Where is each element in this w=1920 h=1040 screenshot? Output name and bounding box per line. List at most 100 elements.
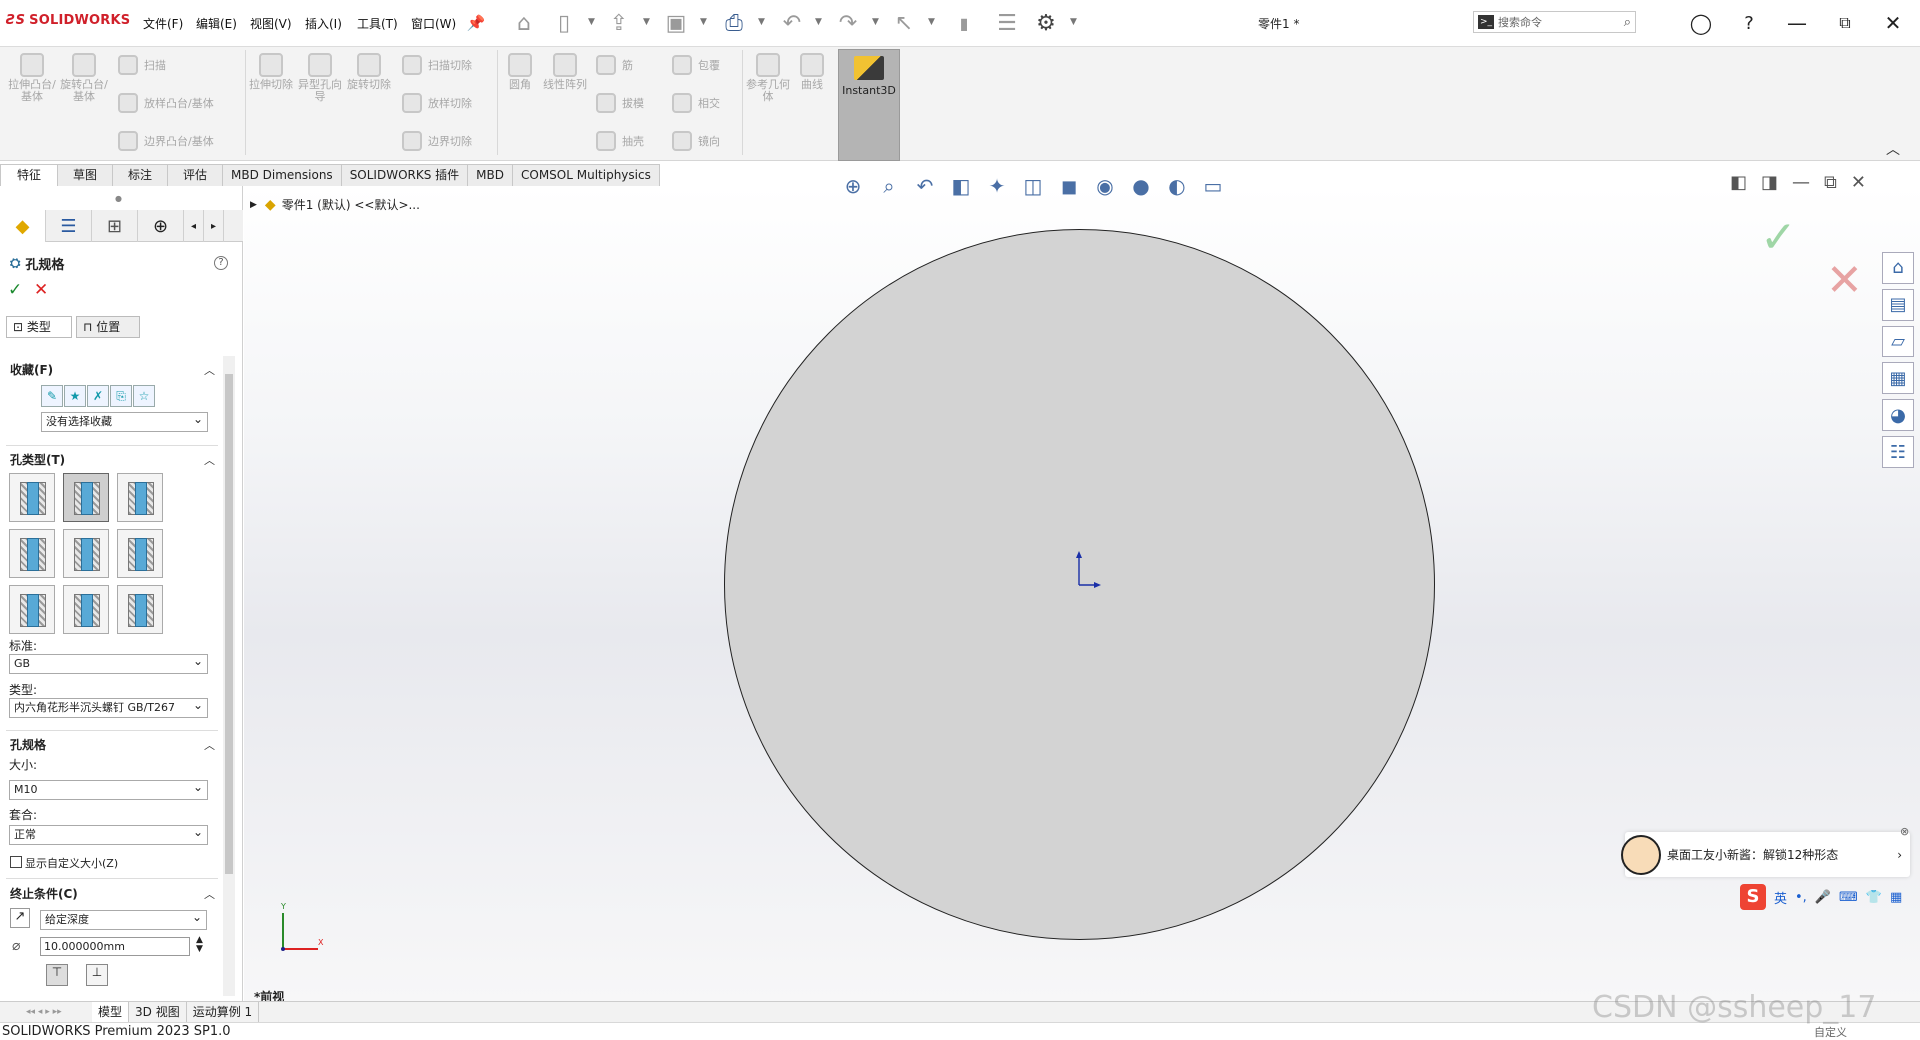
- save-icon[interactable]: ▣: [662, 9, 690, 37]
- section-view-icon[interactable]: ◧: [946, 172, 976, 200]
- new-dropdown-icon[interactable]: ▼: [588, 17, 595, 27]
- end-condition-select[interactable]: 给定深度: [40, 910, 207, 930]
- legacy-hole-button[interactable]: [117, 529, 163, 578]
- help-icon[interactable]: ?: [214, 256, 228, 270]
- lofted-cut-button[interactable]: 放样切除: [402, 93, 472, 113]
- file-explorer-icon[interactable]: ▱: [1882, 325, 1914, 358]
- undo-dropdown-icon[interactable]: ▼: [815, 17, 822, 27]
- minimize-button[interactable]: —: [1782, 8, 1812, 38]
- file-properties-icon[interactable]: ☰: [993, 9, 1021, 37]
- skin-icon[interactable]: 👕: [1866, 890, 1882, 905]
- microphone-icon[interactable]: 🎤: [1815, 890, 1831, 905]
- loft-boss-button[interactable]: 放样凸台/基体: [118, 93, 214, 113]
- redo-dropdown-icon[interactable]: ▼: [872, 17, 879, 27]
- open-dropdown-icon[interactable]: ▼: [643, 17, 650, 27]
- load-favorite-icon[interactable]: ☆: [133, 385, 155, 407]
- design-library-icon[interactable]: ▤: [1882, 288, 1914, 321]
- zoom-to-fit-icon[interactable]: ⊕: [838, 172, 868, 200]
- swept-cut-button[interactable]: 扫描切除: [402, 55, 472, 75]
- tabs-scroll-right-icon[interactable]: ▸: [204, 210, 224, 242]
- end-condition-section-title[interactable]: 终止条件(C): [10, 885, 78, 902]
- extrude-boss-button[interactable]: 拉伸凸台/基体: [8, 53, 56, 103]
- rebuild-icon[interactable]: ▮: [950, 9, 978, 37]
- fit-select[interactable]: 正常: [9, 825, 208, 845]
- viewport-split-icon[interactable]: ◧: [1730, 172, 1747, 193]
- reverse-direction-icon[interactable]: ↗: [10, 908, 30, 928]
- depth-input[interactable]: 10.000000mm: [40, 937, 190, 956]
- tab-3d-views[interactable]: 3D 视图: [129, 1002, 187, 1022]
- pin-icon[interactable]: 📌: [462, 9, 490, 37]
- tab-model[interactable]: 模型: [92, 1002, 130, 1022]
- desktop-notification[interactable]: 桌面工友小新酱：解锁12种形态 ›: [1621, 832, 1910, 877]
- simple-hole-button[interactable]: [117, 473, 163, 522]
- menu-file[interactable]: 文件(F): [143, 15, 183, 32]
- confirm-ok-corner-icon[interactable]: ✓: [1760, 212, 1797, 263]
- intersect-button[interactable]: 相交: [672, 93, 720, 113]
- display-style-icon[interactable]: ◼: [1054, 172, 1084, 200]
- view-palette-icon[interactable]: ▦: [1882, 362, 1914, 395]
- hole-type-section-title[interactable]: 孔类型(T): [10, 451, 65, 468]
- keyboard-icon[interactable]: ⌨: [1839, 890, 1858, 905]
- punctuation-icon[interactable]: •,: [1795, 890, 1807, 905]
- chevron-right-icon[interactable]: ›: [1897, 848, 1902, 862]
- expand-arrow-icon[interactable]: ▶: [250, 200, 257, 210]
- solidworks-logo[interactable]: ƧS SOLIDWORKS: [6, 13, 130, 28]
- straight-tap-button[interactable]: [9, 529, 55, 578]
- menu-window[interactable]: 窗口(W): [411, 15, 456, 32]
- status-custom-menu[interactable]: 自定义: [1814, 1024, 1847, 1040]
- save-favorite-icon[interactable]: ⎘: [110, 385, 132, 407]
- menu-edit[interactable]: 编辑(E): [196, 15, 237, 32]
- tab-evaluate[interactable]: 评估: [167, 164, 223, 186]
- apply-scene-icon[interactable]: ◐: [1162, 172, 1192, 200]
- dynamic-annotation-icon[interactable]: ✦: [982, 172, 1012, 200]
- panel-grip-icon[interactable]: ●: [115, 194, 122, 203]
- tab-sketch[interactable]: 草图: [57, 164, 113, 186]
- hole-spec-section-title[interactable]: 孔规格: [10, 736, 46, 753]
- tab-mbd[interactable]: MBD: [467, 164, 513, 186]
- size-select[interactable]: M10: [9, 780, 208, 800]
- collapse-ribbon-icon[interactable]: ︿: [1886, 139, 1900, 159]
- countersink-slot-button[interactable]: [63, 585, 109, 634]
- cosmetic-thread-icon[interactable]: ⊥: [86, 964, 108, 986]
- revolve-boss-button[interactable]: 旋转凸台/基体: [60, 53, 108, 103]
- boundary-cut-button[interactable]: 边界切除: [402, 131, 472, 151]
- property-manager-tab-icon[interactable]: ☰: [46, 210, 92, 242]
- print-dropdown-icon[interactable]: ▼: [758, 17, 765, 27]
- show-custom-size-checkbox[interactable]: [10, 856, 22, 868]
- subtab-type[interactable]: ⊡ 类型: [6, 316, 72, 338]
- collapse-favorites-icon[interactable]: ︿: [204, 362, 215, 378]
- collapse-hole-spec-icon[interactable]: ︿: [204, 737, 215, 753]
- slot-button[interactable]: [117, 585, 163, 634]
- tap-drill-icon[interactable]: ⊤: [46, 964, 68, 986]
- boundary-boss-button[interactable]: 边界凸台/基体: [118, 131, 214, 151]
- home-icon[interactable]: ⌂: [510, 9, 538, 37]
- solidworks-resources-icon[interactable]: ⌂: [1882, 252, 1914, 284]
- hole-wizard-button[interactable]: 异型孔向导: [297, 53, 343, 103]
- previous-view-icon[interactable]: ↶: [910, 172, 940, 200]
- undo-icon[interactable]: ↶: [778, 9, 806, 37]
- maximize-button[interactable]: ⧉: [1830, 8, 1860, 38]
- configuration-manager-tab-icon[interactable]: ⊞: [92, 210, 138, 242]
- print-icon[interactable]: ⎙: [720, 9, 748, 37]
- menu-tools[interactable]: 工具(T): [357, 15, 398, 32]
- depth-spinner[interactable]: ▲ ▼: [196, 936, 203, 954]
- appearances-icon[interactable]: ◕: [1882, 399, 1914, 432]
- confirm-cancel-corner-icon[interactable]: ✕: [1826, 255, 1863, 306]
- tab-features[interactable]: 特征: [0, 164, 58, 186]
- delete-favorite-icon[interactable]: ✗: [87, 385, 109, 407]
- new-document-icon[interactable]: ▯: [550, 9, 578, 37]
- options-dropdown-icon[interactable]: ▼: [1070, 17, 1077, 27]
- search-commands-input[interactable]: >_ 搜索命令 ⌕: [1473, 11, 1636, 33]
- user-account-icon[interactable]: ◯: [1686, 8, 1716, 38]
- rib-button[interactable]: 筋: [596, 55, 633, 75]
- menu-view[interactable]: 视图(V): [250, 15, 292, 32]
- tab-motion-study[interactable]: 运动算例 1: [187, 1002, 260, 1022]
- viewport-split-vertical-icon[interactable]: ◨: [1761, 172, 1778, 193]
- viewport-close-icon[interactable]: ✕: [1851, 172, 1866, 193]
- feature-tree-root[interactable]: ▶ ◆ 零件1 (默认) <<默认>...: [250, 196, 420, 213]
- tabs-scroll-left-icon[interactable]: ◂: [184, 210, 204, 242]
- cancel-button[interactable]: ✕: [34, 280, 48, 300]
- edit-appearance-icon[interactable]: ●: [1126, 172, 1156, 200]
- notification-close-icon[interactable]: ⊗: [1900, 825, 1909, 838]
- sweep-button[interactable]: 扫描: [118, 55, 166, 75]
